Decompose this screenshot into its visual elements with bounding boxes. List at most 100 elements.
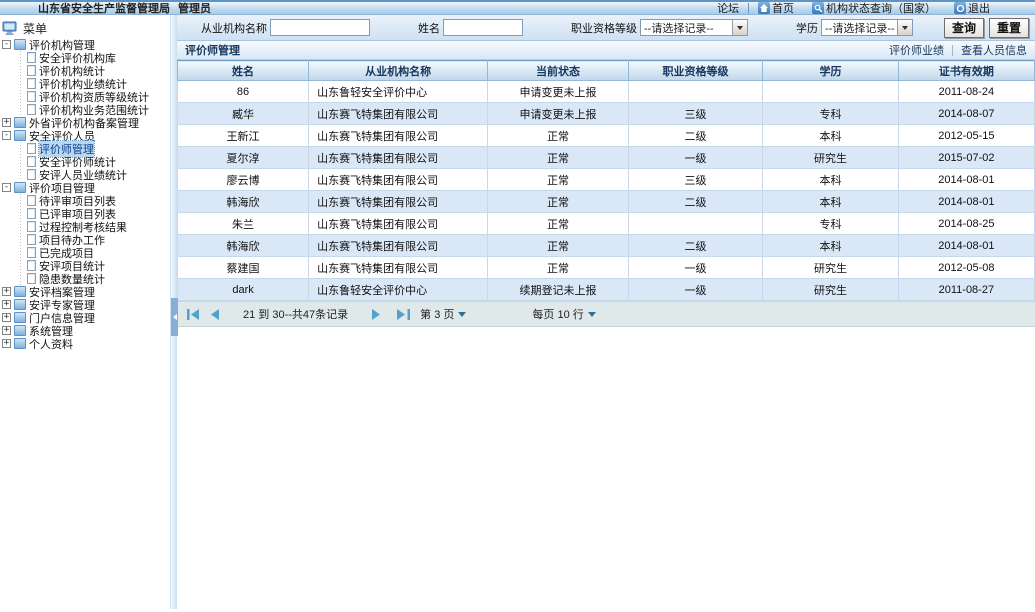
page-title: 评价师管理 bbox=[185, 42, 240, 58]
table-cell: 本科 bbox=[763, 169, 898, 191]
sidebar-item-label[interactable]: 个人资料 bbox=[29, 336, 73, 352]
main-area: 从业机构名称 姓名 职业资格等级 --请选择记录-- 学历 --请选择记录-- bbox=[177, 15, 1035, 609]
column-header[interactable]: 证书有效期 bbox=[898, 61, 1034, 81]
search-icon bbox=[812, 2, 824, 14]
tree-expander-icon[interactable]: + bbox=[2, 300, 11, 309]
table-cell: 2011-08-27 bbox=[898, 279, 1034, 301]
column-header[interactable]: 当前状态 bbox=[488, 61, 629, 81]
table-cell: 王新江 bbox=[178, 125, 309, 147]
next-page-button[interactable] bbox=[372, 309, 381, 320]
table-row[interactable]: 王新江山东赛飞特集团有限公司正常二级本科2012-05-15 bbox=[178, 125, 1035, 147]
table-cell: 专科 bbox=[763, 103, 898, 125]
folder-icon bbox=[14, 182, 26, 193]
table-cell: 专科 bbox=[763, 213, 898, 235]
exit-icon bbox=[954, 2, 966, 14]
person-name-input[interactable] bbox=[443, 19, 523, 36]
table-cell: 山东赛飞特集团有限公司 bbox=[309, 125, 488, 147]
tree-expander-icon[interactable]: + bbox=[2, 326, 11, 335]
tree-expander-icon[interactable]: + bbox=[2, 339, 11, 348]
table-cell bbox=[763, 81, 898, 103]
org-name-input[interactable] bbox=[270, 19, 370, 36]
last-page-button[interactable] bbox=[397, 309, 410, 320]
table-row[interactable]: 86山东鲁轻安全评价中心申请变更未上报2011-08-24 bbox=[178, 81, 1035, 103]
table-cell: 臧华 bbox=[178, 103, 309, 125]
page-icon bbox=[27, 104, 36, 115]
toolbar-divider bbox=[952, 45, 953, 56]
table-cell: 山东赛飞特集团有限公司 bbox=[309, 213, 488, 235]
table-row[interactable]: 蔡建国山东赛飞特集团有限公司正常一级研究生2012-05-08 bbox=[178, 257, 1035, 279]
logout-link[interactable]: 退出 bbox=[954, 0, 990, 16]
table-row[interactable]: 韩海欣山东赛飞特集团有限公司正常二级本科2014-08-01 bbox=[178, 235, 1035, 257]
sidebar-splitter[interactable] bbox=[170, 15, 177, 609]
table-cell: 三级 bbox=[628, 103, 763, 125]
forum-link[interactable]: 论坛 bbox=[717, 0, 739, 16]
sidebar: 菜单 -评价机构管理安全评价机构库评价机构统计评价机构业绩统计评价机构资质等级统… bbox=[0, 15, 170, 609]
sidebar-item[interactable]: + 个人资料 bbox=[2, 337, 170, 350]
qualification-level-select[interactable]: --请选择记录-- bbox=[640, 19, 748, 36]
tree-expander-icon[interactable]: + bbox=[2, 118, 11, 127]
first-page-button[interactable] bbox=[187, 309, 200, 320]
table-cell: 山东赛飞特集团有限公司 bbox=[309, 103, 488, 125]
evaluator-performance-link[interactable]: 评价师业绩 bbox=[889, 42, 944, 58]
combo-arrow-icon[interactable] bbox=[897, 20, 912, 35]
column-header[interactable]: 职业资格等级 bbox=[628, 61, 763, 81]
previous-page-button[interactable] bbox=[210, 309, 219, 320]
table-row[interactable]: 廖云博山东赛飞特集团有限公司正常三级本科2014-08-01 bbox=[178, 169, 1035, 191]
folder-icon bbox=[14, 325, 26, 336]
page-icon bbox=[27, 65, 36, 76]
column-header[interactable]: 学历 bbox=[763, 61, 898, 81]
table-cell: 正常 bbox=[488, 191, 629, 213]
table-cell: 蔡建国 bbox=[178, 257, 309, 279]
page-icon bbox=[27, 234, 36, 245]
table-header-row: 姓名从业机构名称当前状态职业资格等级学历证书有效期 bbox=[178, 61, 1035, 81]
query-button[interactable]: 查询 bbox=[944, 18, 984, 38]
tree-children-group: 安全评价机构库评价机构统计评价机构业绩统计评价机构资质等级统计评价机构业务范围统… bbox=[16, 51, 170, 116]
column-header[interactable]: 从业机构名称 bbox=[309, 61, 488, 81]
page-icon bbox=[27, 169, 36, 180]
tree-expander-icon[interactable]: + bbox=[2, 313, 11, 322]
table-cell: 正常 bbox=[488, 213, 629, 235]
table-row[interactable]: dark山东鲁轻安全评价中心续期登记未上报一级研究生2011-08-27 bbox=[178, 279, 1035, 301]
top-links: 论坛 | 首页 机构状态查询（国家） 退出 bbox=[717, 0, 1035, 16]
reset-button[interactable]: 重置 bbox=[989, 18, 1029, 38]
org-status-query-link[interactable]: 机构状态查询（国家） bbox=[812, 0, 936, 16]
table-row[interactable]: 臧华山东赛飞特集团有限公司申请变更未上报三级专科2014-08-07 bbox=[178, 103, 1035, 125]
column-header[interactable]: 姓名 bbox=[178, 61, 309, 81]
tree-expander-icon[interactable]: - bbox=[2, 183, 11, 192]
table-cell: 朱兰 bbox=[178, 213, 309, 235]
combo-arrow-icon[interactable] bbox=[732, 20, 747, 35]
table-cell: 2012-05-08 bbox=[898, 257, 1034, 279]
tree-expander-icon[interactable]: - bbox=[2, 40, 11, 49]
table-cell: 本科 bbox=[763, 125, 898, 147]
table-cell: 2014-08-07 bbox=[898, 103, 1034, 125]
content-title-bar: 评价师管理 评价师业绩 查看人员信息 bbox=[177, 41, 1035, 60]
sidebar-item[interactable]: +系统管理 bbox=[2, 324, 170, 337]
home-link[interactable]: 首页 bbox=[758, 0, 794, 16]
folder-icon bbox=[14, 286, 26, 297]
table-cell bbox=[628, 81, 763, 103]
page-icon bbox=[27, 260, 36, 271]
page-icon bbox=[27, 143, 36, 154]
page-icon bbox=[27, 247, 36, 258]
sidebar-item[interactable]: +门户信息管理 bbox=[2, 311, 170, 324]
table-cell: 研究生 bbox=[763, 257, 898, 279]
table-cell: 正常 bbox=[488, 257, 629, 279]
education-select[interactable]: --请选择记录-- bbox=[821, 19, 913, 36]
tree-expander-icon[interactable]: - bbox=[2, 131, 11, 140]
table-row[interactable]: 韩海欣山东赛飞特集团有限公司正常二级本科2014-08-01 bbox=[178, 191, 1035, 213]
page-icon bbox=[27, 208, 36, 219]
table-row[interactable]: 朱兰山东赛飞特集团有限公司正常专科2014-08-25 bbox=[178, 213, 1035, 235]
table-cell: 研究生 bbox=[763, 147, 898, 169]
page-icon bbox=[27, 78, 36, 89]
table-cell: 山东赛飞特集团有限公司 bbox=[309, 235, 488, 257]
folder-icon bbox=[14, 299, 26, 310]
table-cell: 正常 bbox=[488, 125, 629, 147]
sidebar-collapse-handle[interactable] bbox=[171, 298, 178, 336]
tree-expander-icon[interactable]: + bbox=[2, 287, 11, 296]
page-number-select[interactable]: 第 3 页 bbox=[420, 306, 466, 322]
table-row[interactable]: 夏尔淳山东赛飞特集团有限公司正常一级研究生2015-07-02 bbox=[178, 147, 1035, 169]
page-icon bbox=[27, 156, 36, 167]
page-size-select[interactable]: 每页 10 行 bbox=[532, 306, 595, 322]
view-personnel-info-link[interactable]: 查看人员信息 bbox=[961, 42, 1027, 58]
folder-icon bbox=[14, 130, 26, 141]
